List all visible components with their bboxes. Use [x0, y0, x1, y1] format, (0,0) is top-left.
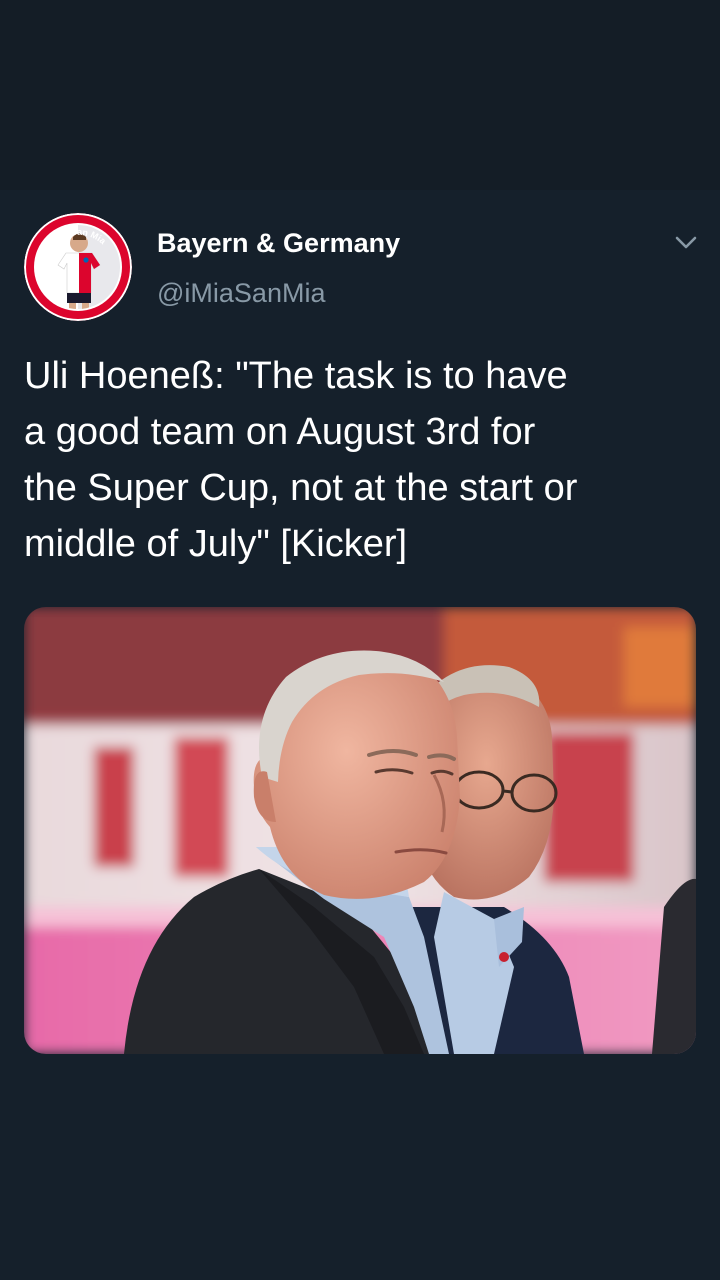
user-handle[interactable]: @iMiaSanMia: [157, 275, 325, 311]
avatar[interactable]: iMia San Mia: [24, 213, 132, 321]
status-bar-area: [0, 0, 720, 190]
display-name[interactable]: Bayern & Germany: [157, 225, 400, 261]
tweet-text: Uli Hoeneß: "The task is to have a good …: [24, 355, 578, 565]
chevron-down-icon[interactable]: [670, 226, 702, 258]
avatar-image: iMia San Mia: [24, 213, 132, 321]
tweet-photo[interactable]: [24, 607, 696, 1054]
